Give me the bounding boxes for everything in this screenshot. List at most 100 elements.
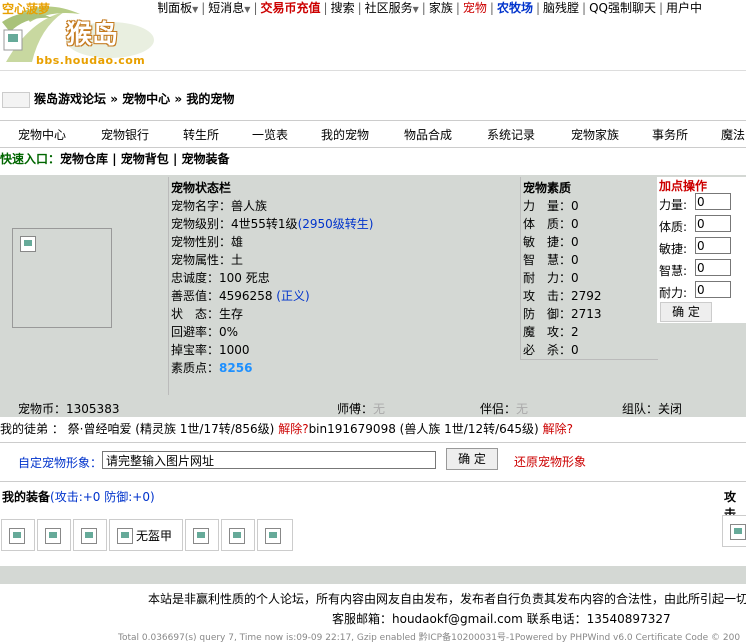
quick-entry: 快速入口：宠物仓库 | 宠物背包 | 宠物装备 bbox=[0, 152, 230, 166]
quick-backpack[interactable]: 宠物背包 bbox=[121, 152, 169, 166]
add-endurance-label: 耐力: bbox=[659, 286, 688, 300]
quality-row: 智 慧：0 bbox=[523, 251, 579, 268]
status-state-label: 状 态： bbox=[171, 307, 220, 321]
broken-image-icon bbox=[229, 528, 245, 544]
brand-name: 空心菠萝 bbox=[2, 2, 51, 16]
pet-coin: 宠物币：1305383 bbox=[18, 400, 119, 417]
menu-pet-center[interactable]: 宠物中心 bbox=[18, 126, 66, 143]
custom-image-url-input[interactable] bbox=[102, 451, 436, 469]
equipment-stats: (攻击:+0 防御:+0) bbox=[50, 490, 155, 504]
menu-pet-family[interactable]: 宠物家族 bbox=[571, 126, 619, 143]
quality-row: 体 质：0 bbox=[523, 215, 579, 232]
equip-slot[interactable] bbox=[221, 519, 255, 551]
remove-disciple-link[interactable]: 解除? bbox=[278, 422, 308, 436]
quality-key: 攻 击： bbox=[523, 289, 572, 303]
pet-coin-label: 宠物币： bbox=[18, 402, 67, 416]
restore-image-link[interactable]: 还原宠物形象 bbox=[514, 453, 586, 470]
site-logo[interactable]: 空心菠萝 猴岛 bbs.houdao.com bbox=[0, 0, 158, 70]
menu-pet-bank[interactable]: 宠物银行 bbox=[101, 126, 149, 143]
add-points-title: 加点操作 bbox=[659, 179, 708, 193]
equip-slot[interactable] bbox=[257, 519, 293, 551]
armor-empty-text: 无盔甲 bbox=[136, 529, 173, 543]
status-loyalty-label: 忠诚度： bbox=[171, 271, 220, 285]
menu-my-pet[interactable]: 我的宠物 bbox=[321, 126, 369, 143]
quality-value: 2 bbox=[571, 325, 579, 339]
quality-title: 宠物素质 bbox=[523, 181, 572, 195]
quality-value: 2713 bbox=[571, 307, 602, 321]
nav-qq-chat[interactable]: QQ强制聊天 bbox=[589, 0, 656, 16]
team-value: 关闭 bbox=[658, 402, 683, 416]
menu-office[interactable]: 事务所 bbox=[652, 126, 688, 143]
menu-magic[interactable]: 魔法 bbox=[721, 126, 745, 143]
nav-user-center[interactable]: 用户中 bbox=[666, 0, 702, 16]
nav-search[interactable]: 搜索 bbox=[331, 0, 355, 16]
disciple-item: bin191679098 (兽人族 1世/12转/645级) bbox=[308, 422, 539, 436]
add-points-confirm-button[interactable]: 确 定 bbox=[660, 302, 712, 322]
nav-community[interactable]: 社区服务 bbox=[365, 0, 413, 16]
status-dodge-label: 回避率： bbox=[171, 325, 220, 339]
partner-value: 无 bbox=[516, 402, 529, 416]
add-constitution-input[interactable] bbox=[695, 215, 731, 232]
add-wisdom-input[interactable] bbox=[695, 259, 731, 276]
quality-row: 魔 攻：2 bbox=[523, 323, 579, 340]
add-endurance-input[interactable] bbox=[695, 281, 731, 298]
breadcrumb-pet-center[interactable]: 宠物中心 bbox=[122, 92, 170, 106]
quality-value: 0 bbox=[571, 217, 579, 231]
quick-warehouse[interactable]: 宠物仓库 bbox=[60, 152, 108, 166]
nav-family[interactable]: 家族 bbox=[429, 0, 453, 16]
equip-slot[interactable] bbox=[1, 519, 35, 551]
master-label: 师傅： bbox=[337, 402, 374, 416]
quality-row: 攻 击：2792 bbox=[523, 287, 602, 304]
equip-slot[interactable] bbox=[185, 519, 219, 551]
add-strength-input[interactable] bbox=[695, 193, 731, 210]
add-wisdom-label: 智慧: bbox=[659, 264, 688, 278]
equip-slot-armor[interactable]: 无盔甲 bbox=[109, 519, 183, 551]
status-attr-label: 宠物属性： bbox=[171, 253, 232, 267]
breadcrumb-forum[interactable]: 猴岛游戏论坛 bbox=[34, 92, 106, 106]
master-value: 无 bbox=[373, 402, 386, 416]
disciples-row: 我的徒弟 ： 祭·曾经咱爱 (精灵族 1世/17转/856级) 解除?bin19… bbox=[0, 421, 573, 437]
pet-menu: 宠物中心 宠物银行 转生所 一览表 我的宠物 物品合成 系统记录 宠物家族 事务… bbox=[0, 120, 746, 148]
menu-rebirth[interactable]: 转生所 bbox=[183, 126, 219, 143]
status-level: 宠物级别：4世55转1级(2950级转生) bbox=[171, 215, 373, 232]
status-drop-value: 1000 bbox=[219, 343, 250, 357]
breadcrumb: 猴岛游戏论坛 » 宠物中心 » 我的宠物 bbox=[34, 91, 234, 107]
broken-image-icon bbox=[193, 528, 209, 544]
equip-slot[interactable] bbox=[37, 519, 71, 551]
quality-panel: 宠物素质 力 量：0 体 质：0 敏 捷：0 智 慧：0 耐 力：0 攻 击：2… bbox=[520, 177, 658, 360]
broken-image-icon bbox=[9, 528, 25, 544]
add-agility-input[interactable] bbox=[695, 237, 731, 254]
team-label: 组队： bbox=[622, 402, 659, 416]
quality-value: 2792 bbox=[571, 289, 602, 303]
quality-row: 耐 力：0 bbox=[523, 269, 579, 286]
menu-system-log[interactable]: 系统记录 bbox=[487, 126, 535, 143]
custom-image-confirm-button[interactable]: 确 定 bbox=[446, 448, 498, 470]
nav-farm[interactable]: 农牧场 bbox=[497, 0, 533, 16]
currency-row: 宠物币：1305383 师傅：无 伴侣：无 组队：关闭 bbox=[0, 397, 746, 417]
add-agility-label: 敏捷: bbox=[659, 242, 688, 256]
nav-brain[interactable]: 脑残膛 bbox=[543, 0, 579, 16]
quick-equipment[interactable]: 宠物装备 bbox=[182, 152, 230, 166]
logo-url: bbs.houdao.com bbox=[36, 54, 146, 67]
breadcrumb-current: 我的宠物 bbox=[186, 92, 235, 106]
nav-recharge[interactable]: 交易币充值 bbox=[261, 0, 321, 16]
remove-disciple-link[interactable]: 解除? bbox=[543, 422, 573, 436]
quality-row: 防 御：2713 bbox=[523, 305, 602, 322]
equip-slot[interactable] bbox=[722, 515, 746, 547]
footer-contact: 客服邮箱：houdaokf@gmail.com 联系电话：13540897327 bbox=[332, 612, 671, 626]
equip-slot[interactable] bbox=[73, 519, 107, 551]
menu-synthesis[interactable]: 物品合成 bbox=[404, 126, 452, 143]
status-name-value: 兽人族 bbox=[231, 199, 268, 213]
pet-image bbox=[12, 228, 112, 328]
status-karma-type: (正义) bbox=[276, 289, 310, 303]
status-rebirth-link[interactable]: (2950级转生) bbox=[298, 217, 374, 231]
nav-messages[interactable]: 短消息 bbox=[208, 0, 244, 16]
status-level-label: 宠物级别： bbox=[171, 217, 232, 231]
menu-overview[interactable]: 一览表 bbox=[252, 126, 288, 143]
quality-key: 必 杀： bbox=[523, 343, 572, 357]
broken-image-icon bbox=[730, 524, 746, 540]
broken-image-icon bbox=[20, 236, 36, 252]
nav-pet[interactable]: 宠物 bbox=[463, 0, 487, 16]
status-drop-label: 掉宝率： bbox=[171, 343, 220, 357]
disciple-item: 祭·曾经咱爱 (精灵族 1世/17转/856级) bbox=[67, 422, 275, 436]
